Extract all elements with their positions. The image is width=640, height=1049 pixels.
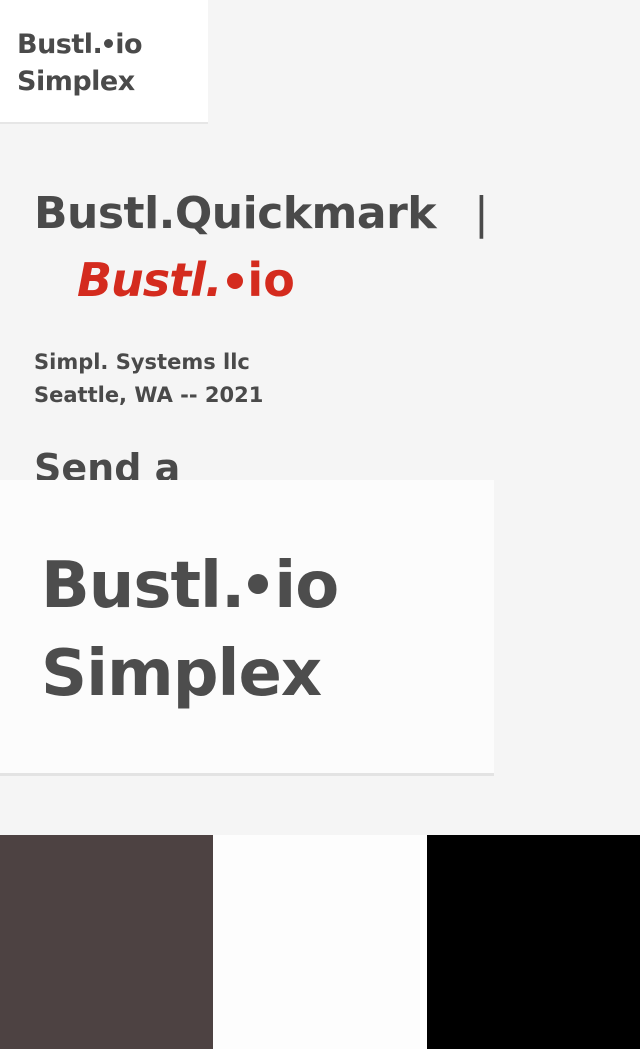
overlay-logo-line-1: Bustl. io xyxy=(41,542,494,630)
swatch-white xyxy=(213,835,427,1049)
site-logo[interactable]: Bustl. io Simplex xyxy=(0,0,208,124)
company-subtitle: Simpl. Systems llc Seattle, WA -- 2021 xyxy=(34,350,264,407)
brand-text-io: io xyxy=(247,253,295,307)
logo-line-1: Bustl. io xyxy=(17,26,208,63)
swatch-dark-brown xyxy=(0,835,214,1049)
swatch-black xyxy=(426,835,640,1049)
overlay-logo-line-2: Simplex xyxy=(41,637,322,711)
logo-text-io: io xyxy=(115,29,143,60)
logo-dot-icon xyxy=(104,39,114,48)
brand-text-bustl: Bustl. xyxy=(77,253,222,307)
page-title: Bustl.Quickmark | xyxy=(34,186,489,242)
logo-text-bustl: Bustl. xyxy=(17,29,103,60)
brand-dot-icon xyxy=(227,272,244,289)
page-title-text: Bustl.Quickmark xyxy=(34,188,437,239)
overlay-logo-panel: Bustl. io Simplex xyxy=(0,480,494,776)
logo-line-2: Simplex xyxy=(17,66,135,97)
color-swatch-row xyxy=(0,835,640,1049)
title-separator: | xyxy=(474,188,489,239)
overlay-text-io: io xyxy=(274,549,339,623)
overlay-dot-icon xyxy=(248,574,269,595)
brand-logo-red: Bustl. io xyxy=(77,252,295,308)
overlay-text-bustl: Bustl. xyxy=(41,549,245,623)
